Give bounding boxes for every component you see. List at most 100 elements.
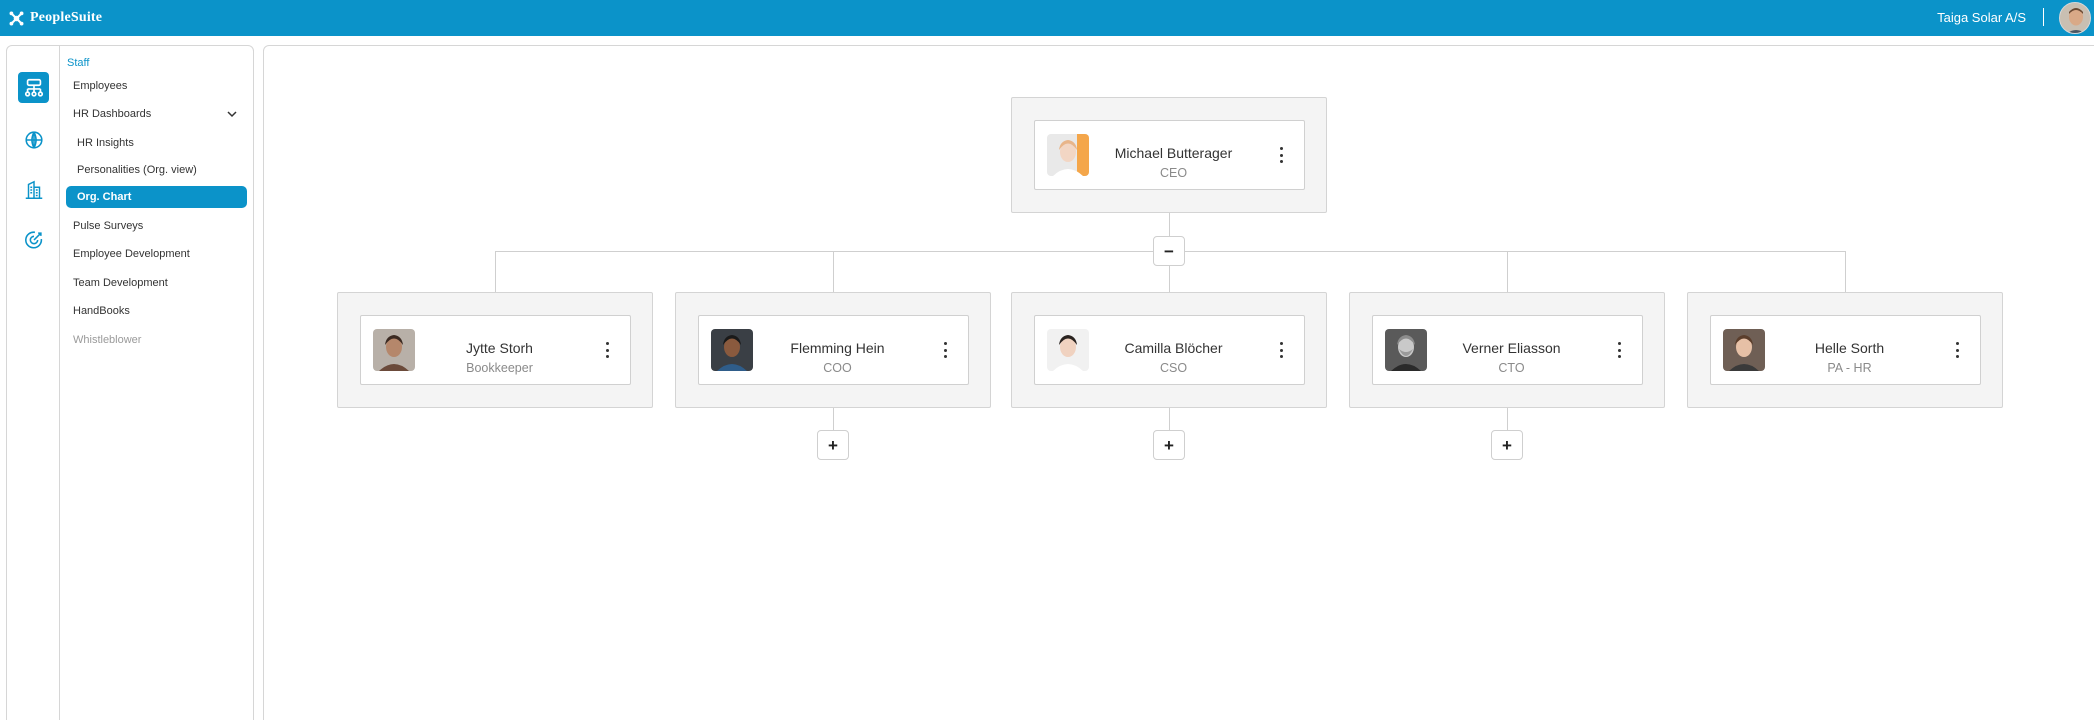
icon-rail bbox=[7, 46, 60, 720]
people-logo-icon bbox=[9, 11, 24, 25]
top-bar: PeopleSuite Taiga Solar A/S bbox=[0, 0, 2094, 36]
person-name: Michael Butterager bbox=[1114, 145, 1233, 161]
kebab-dot bbox=[1956, 342, 1959, 345]
kebab-dot bbox=[1280, 153, 1283, 157]
kebab-dot bbox=[1956, 348, 1959, 352]
org-node: Flemming Hein COO bbox=[675, 292, 991, 408]
person-title: Bookkeeper bbox=[466, 361, 533, 375]
building-icon bbox=[25, 180, 42, 199]
org-node: Helle Sorth PA - HR bbox=[1687, 292, 2003, 408]
person-card[interactable]: Verner Eliasson CTO bbox=[1372, 315, 1643, 385]
org-node: Jytte Storh Bookkeeper bbox=[337, 292, 653, 408]
kebab-dot bbox=[1280, 355, 1283, 358]
sidebar-item-label: HR Insights bbox=[77, 137, 134, 149]
user-avatar[interactable] bbox=[2059, 2, 2091, 34]
kebab-dot bbox=[1618, 342, 1621, 345]
more-options-icon[interactable] bbox=[1280, 342, 1284, 358]
person-name: Camilla Blöcher bbox=[1124, 340, 1223, 356]
expand-button[interactable]: + bbox=[1153, 430, 1185, 460]
more-options-icon[interactable] bbox=[944, 342, 948, 358]
person-title: PA - HR bbox=[1827, 361, 1872, 375]
kebab-dot bbox=[944, 342, 947, 345]
target-icon bbox=[24, 230, 42, 249]
sidebar-item-org-chart[interactable]: Org. Chart bbox=[66, 186, 247, 208]
person-title: CEO bbox=[1159, 166, 1188, 180]
user-photo bbox=[2060, 3, 2090, 33]
sidebar-item-label: HandBooks bbox=[73, 305, 130, 317]
kebab-dot bbox=[1618, 348, 1621, 352]
topbar-divider bbox=[2043, 8, 2044, 26]
expand-button[interactable]: + bbox=[817, 430, 849, 460]
kebab-dot bbox=[1280, 147, 1283, 150]
rail-globe-button[interactable] bbox=[18, 124, 49, 155]
main-panel: Michael Butterager CEO − Jytte Storh Bookkee… bbox=[263, 45, 2094, 720]
kebab-dot bbox=[1956, 355, 1959, 358]
sidebar-item-label: Personalities (Org. view) bbox=[77, 164, 197, 176]
kebab-dot bbox=[1280, 348, 1283, 352]
person-name: Verner Eliasson bbox=[1462, 340, 1561, 356]
sidebar-item-label: Pulse Surveys bbox=[73, 220, 144, 232]
person-card[interactable]: Jytte Storh Bookkeeper bbox=[360, 315, 631, 385]
sidebar-item-label: Employees bbox=[73, 80, 128, 92]
left-panel: Staff Employees HR Dashboards HR Insights P… bbox=[6, 45, 254, 720]
kebab-dot bbox=[944, 348, 947, 352]
connector-drop-4 bbox=[1845, 251, 1846, 292]
sidebar-item-label: Whistleblower bbox=[73, 334, 142, 346]
sidebar-item-team-development[interactable]: Team Development bbox=[66, 272, 247, 294]
person-name: Jytte Storh bbox=[466, 340, 533, 356]
org-node: Michael Butterager CEO bbox=[1011, 97, 1327, 213]
collapse-button[interactable]: − bbox=[1153, 236, 1185, 266]
org-node: Verner Eliasson CTO bbox=[1349, 292, 1665, 408]
kebab-dot bbox=[944, 355, 947, 358]
person-title: COO bbox=[823, 361, 852, 375]
more-options-icon[interactable] bbox=[1618, 342, 1622, 358]
kebab-dot bbox=[606, 348, 609, 352]
expand-button[interactable]: + bbox=[1491, 430, 1523, 460]
sidebar-item-employees[interactable]: Employees bbox=[66, 75, 247, 97]
sidebar-item-whistleblower[interactable]: Whistleblower bbox=[66, 329, 247, 351]
rail-building-button[interactable] bbox=[18, 174, 49, 205]
chevron-down-icon bbox=[227, 111, 237, 118]
connector-child-down-3 bbox=[1507, 408, 1508, 430]
person-card[interactable]: Flemming Hein COO bbox=[698, 315, 969, 385]
more-options-icon[interactable] bbox=[1956, 342, 1960, 358]
globe-icon bbox=[24, 130, 43, 149]
kebab-dot bbox=[1618, 355, 1621, 358]
kebab-dot bbox=[1280, 160, 1283, 163]
kebab-dot bbox=[606, 355, 609, 358]
brand-name: PeopleSuite bbox=[30, 10, 103, 25]
sidebar-item-employee-development[interactable]: Employee Development bbox=[66, 243, 247, 265]
kebab-dot bbox=[1280, 342, 1283, 345]
connector-child-down-1 bbox=[833, 408, 834, 430]
sidebar-item-label: HR Dashboards bbox=[73, 108, 152, 120]
org-node: Camilla Blöcher CSO bbox=[1011, 292, 1327, 408]
person-card[interactable]: Helle Sorth PA - HR bbox=[1710, 315, 1981, 385]
company-name[interactable]: Taiga Solar A/S bbox=[1937, 10, 2026, 25]
connector-drop-1 bbox=[833, 251, 834, 292]
rail-org-chart-button[interactable] bbox=[18, 72, 49, 103]
org-chart-icon bbox=[24, 78, 43, 97]
sidebar-item-label: Employee Development bbox=[73, 248, 190, 260]
sidebar-item-pulse-surveys[interactable]: Pulse Surveys bbox=[66, 215, 247, 237]
sidebar-item-handbooks[interactable]: HandBooks bbox=[66, 300, 247, 322]
sidebar-item-label: Team Development bbox=[73, 277, 168, 289]
sidebar-item-label: Org. Chart bbox=[77, 191, 132, 203]
connector-child-down-2 bbox=[1169, 408, 1170, 430]
sidebar-item-personalities-org-view[interactable]: Personalities (Org. view) bbox=[66, 159, 247, 181]
person-name: Flemming Hein bbox=[790, 340, 885, 356]
connector-drop-3 bbox=[1507, 251, 1508, 292]
sidebar-item-hr-insights[interactable]: HR Insights bbox=[66, 132, 247, 154]
kebab-dot bbox=[606, 342, 609, 345]
person-card[interactable]: Michael Butterager CEO bbox=[1034, 120, 1305, 190]
rail-target-button[interactable] bbox=[18, 224, 49, 255]
brand-logo[interactable]: PeopleSuite bbox=[8, 8, 102, 28]
more-options-icon[interactable] bbox=[606, 342, 610, 358]
sidebar-item-hr-dashboards[interactable]: HR Dashboards bbox=[66, 103, 247, 125]
person-title: CTO bbox=[1498, 361, 1525, 375]
nav-section-header: Staff bbox=[67, 57, 90, 69]
more-options-icon[interactable] bbox=[1280, 147, 1284, 163]
person-title: CSO bbox=[1159, 361, 1188, 375]
connector-drop-0 bbox=[495, 251, 496, 292]
person-name: Helle Sorth bbox=[1814, 340, 1885, 356]
person-card[interactable]: Camilla Blöcher CSO bbox=[1034, 315, 1305, 385]
